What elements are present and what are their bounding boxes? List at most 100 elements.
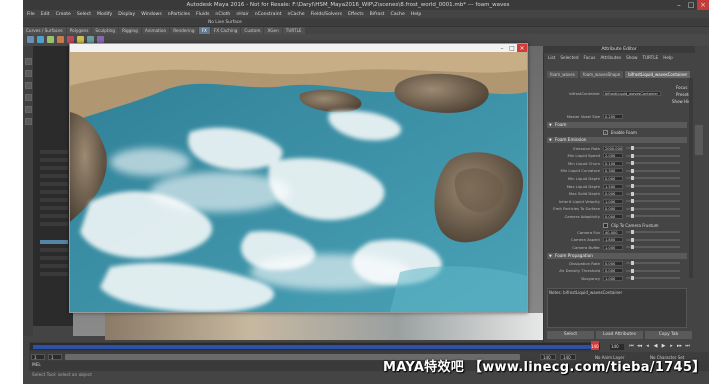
shelf-emitter-icon[interactable] (57, 36, 64, 43)
master-voxel-field[interactable]: 0.200 (603, 113, 623, 119)
shelf-fluid-icon[interactable] (37, 36, 44, 43)
outliner-item[interactable] (40, 222, 68, 226)
paint-tool-icon[interactable] (25, 82, 32, 89)
outliner-item[interactable] (40, 182, 68, 186)
outliner-item[interactable] (40, 248, 68, 252)
menu-create[interactable]: Create (56, 12, 71, 17)
play-forward-icon[interactable]: ▶ (660, 343, 667, 350)
outliner-item[interactable] (40, 166, 68, 170)
attribute-value-field[interactable]: 40.000 (603, 229, 623, 235)
shelf-tab-curves[interactable]: Curves / Surfaces (23, 27, 66, 34)
shelf-tab-xgen[interactable]: XGen (264, 27, 282, 34)
attribute-value-field[interactable]: 2.000 (603, 153, 623, 159)
load-attributes-button[interactable]: Load Attributes (596, 331, 643, 339)
menu-nconstraint[interactable]: nConstraint (255, 12, 282, 17)
menu-file[interactable]: File (27, 12, 35, 17)
shelf-tab-polygons[interactable]: Polygons (66, 27, 92, 34)
mel-label[interactable]: MEL (32, 363, 41, 368)
select-button[interactable]: Select (547, 331, 594, 339)
shelf-ncloth-icon[interactable] (67, 36, 74, 43)
close-button[interactable]: × (697, 0, 709, 10)
attribute-slider[interactable] (626, 206, 680, 211)
shelf-tab-custom[interactable]: Custom (241, 27, 264, 34)
shelf-particle-icon[interactable] (27, 36, 34, 43)
node-name-field[interactable]: bifrostLiquid_wavesContainer (603, 90, 661, 96)
outliner-item[interactable] (40, 214, 68, 218)
ae-tab-foam-waves-shape[interactable]: foam_wavesShape (579, 71, 624, 78)
attribute-value-field[interactable]: 0.000 (603, 191, 623, 197)
move-tool-icon[interactable] (25, 94, 32, 101)
ae-menu-help[interactable]: Help (663, 55, 673, 60)
attribute-value-field[interactable]: 2000.000 (603, 145, 623, 151)
lasso-tool-icon[interactable] (25, 70, 32, 77)
current-frame-field[interactable]: 140 (610, 344, 624, 350)
focus-button[interactable]: Focus (676, 85, 687, 90)
ae-menu-attributes[interactable]: Attributes (600, 55, 621, 60)
playback-start-field[interactable]: 1 (48, 354, 62, 360)
attribute-value-field[interactable]: 0.000 (603, 268, 623, 274)
clip-frustum-checkbox[interactable] (603, 222, 608, 228)
maximize-button[interactable]: □ (685, 0, 697, 10)
menu-effects[interactable]: Effects (348, 12, 364, 17)
outliner-item[interactable] (40, 264, 68, 268)
attribute-slider[interactable] (626, 184, 680, 188)
menu-select[interactable]: Select (77, 12, 91, 17)
outliner-item[interactable] (40, 190, 68, 194)
shelf-field-icon[interactable] (47, 36, 54, 43)
menu-ncloth[interactable]: nCloth (215, 12, 230, 17)
menu-bifrost[interactable]: Bifrost (370, 12, 385, 17)
menu-fields-solvers[interactable]: Fields/Solvers (311, 12, 342, 17)
attribute-slider[interactable] (626, 245, 680, 250)
attribute-value-field[interactable]: 1.500 (603, 183, 623, 189)
menu-modify[interactable]: Modify (97, 12, 112, 17)
render-maximize-button[interactable]: □ (507, 44, 517, 52)
attribute-slider[interactable] (626, 261, 680, 265)
go-to-end-icon[interactable]: ⏭ (684, 343, 691, 350)
ae-tab-foam-waves[interactable]: foam_waves (547, 71, 578, 78)
shelf-nhair-icon[interactable] (77, 36, 84, 43)
menu-nhair[interactable]: nHair (236, 12, 248, 17)
attribute-slider[interactable] (626, 199, 680, 204)
menu-display[interactable]: Display (118, 12, 135, 17)
outliner-item-selected[interactable] (40, 240, 68, 244)
shelf-tab-animation[interactable]: Animation (141, 27, 170, 34)
attribute-slider[interactable] (626, 214, 680, 219)
attribute-slider[interactable] (626, 230, 680, 234)
attribute-value-field[interactable]: 0.000 (603, 213, 623, 219)
step-forward-icon[interactable]: ▸ (668, 343, 675, 350)
go-to-start-icon[interactable]: ⏮ (628, 343, 635, 350)
shelf-tab-turtle[interactable]: TURTLE (282, 27, 305, 34)
menu-windows[interactable]: Windows (141, 12, 162, 17)
attribute-slider[interactable] (626, 146, 680, 150)
rotate-tool-icon[interactable] (25, 106, 32, 113)
attribute-slider[interactable] (626, 276, 680, 281)
attribute-slider[interactable] (626, 161, 680, 166)
section-foam-emission[interactable]: Foam Emission (547, 137, 687, 143)
section-foam-propagation[interactable]: Foam Propagation (547, 253, 687, 259)
shelf-tab-fx-caching[interactable]: FX Caching (210, 27, 241, 34)
outliner-item[interactable] (40, 150, 68, 154)
attribute-slider[interactable] (626, 237, 680, 242)
select-tool-icon[interactable] (25, 58, 32, 65)
menu-nparticles[interactable]: nParticles (168, 12, 190, 17)
menu-cache[interactable]: Cache (390, 12, 404, 17)
shelf-tab-sculpting[interactable]: Sculpting (92, 27, 118, 34)
attribute-value-field[interactable]: 1.000 (603, 244, 623, 250)
scale-tool-icon[interactable] (25, 118, 32, 125)
shelf-tab-fx[interactable]: FX (198, 27, 210, 34)
attribute-value-field[interactable]: 0.100 (603, 160, 623, 166)
outliner-item[interactable] (40, 256, 68, 260)
step-back-icon[interactable]: ◂ (644, 343, 651, 350)
outliner-item[interactable] (40, 174, 68, 178)
attribute-value-field[interactable]: 0.000 (603, 175, 623, 181)
ae-menu-focus[interactable]: Focus (583, 55, 595, 60)
attribute-slider[interactable] (626, 268, 680, 273)
shelf-tab-rendering[interactable]: Rendering (170, 27, 198, 34)
minimize-button[interactable]: – (673, 0, 685, 10)
attribute-value-field[interactable]: 0.300 (603, 168, 623, 174)
outliner-item[interactable] (40, 206, 68, 210)
attribute-value-field[interactable]: 0.000 (603, 206, 623, 212)
attribute-value-field[interactable]: 1.800 (603, 237, 623, 243)
section-foam[interactable]: Foam (547, 122, 687, 128)
menu-fluids[interactable]: Fluids (196, 12, 209, 17)
